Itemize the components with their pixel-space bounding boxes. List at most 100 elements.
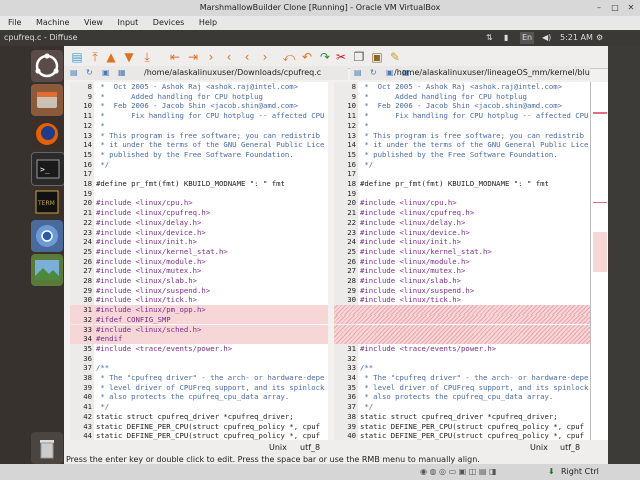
- code-line[interactable]: 33 #include <linux/sched.h>: [70, 324, 328, 335]
- code-line[interactable]: 21 #include <linux/cpufreq.h>: [70, 208, 328, 218]
- code-line[interactable]: 36 * also protects the cpufreq_cpu_data …: [334, 392, 590, 402]
- code-line[interactable]: 13 * This program is free software; you …: [334, 131, 590, 141]
- code-line[interactable]: 36: [70, 354, 328, 364]
- code-line[interactable]: 42 static struct cpufreq_driver *cpufreq_…: [70, 412, 328, 422]
- right-save-icon[interactable]: ▣: [386, 66, 394, 80]
- left-save-icon[interactable]: ▣: [102, 66, 110, 80]
- code-line[interactable]: 12 *: [70, 121, 328, 131]
- code-line[interactable]: 41 */: [70, 402, 328, 412]
- code-line[interactable]: 19: [70, 189, 328, 199]
- terminal-icon[interactable]: >_: [31, 152, 65, 186]
- code-line[interactable]: 11 * Fix handling for CPU hotplug -- aff…: [334, 111, 590, 121]
- system-menu-icon[interactable]: ⚙: [596, 30, 603, 46]
- code-line[interactable]: 39 static DEFINE_PER_CPU(struct cpufreq_p…: [334, 422, 590, 432]
- code-line[interactable]: 29 #include <linux/suspend.h>: [334, 286, 590, 296]
- copy-right-icon[interactable]: ⇥: [186, 50, 200, 64]
- right-reload-icon[interactable]: ↻: [370, 66, 377, 80]
- undo-icon[interactable]: ↶: [300, 50, 314, 64]
- code-line[interactable]: 32 #ifdef CONFIG_SMP: [70, 314, 328, 325]
- redo-icon[interactable]: ↷: [318, 50, 332, 64]
- code-line[interactable]: 28 #include <linux/slab.h>: [70, 276, 328, 286]
- code-line[interactable]: 9 * Added handling for CPU hotplug: [70, 92, 328, 102]
- code-line[interactable]: 20 #include <linux/cpu.h>: [334, 198, 590, 208]
- code-line[interactable]: 8 * Oct 2005 - Ashok Raj <ashok.raj@inte…: [334, 82, 590, 92]
- code-line[interactable]: 24 #include <linux/init.h>: [334, 237, 590, 247]
- code-line[interactable]: 19: [334, 189, 590, 199]
- left-line-ending[interactable]: Unix: [269, 443, 287, 452]
- code-line[interactable]: 25 #include <linux/kernel_stat.h>: [70, 247, 328, 257]
- code-line[interactable]: 10 * Feb 2006 - Jacob Shin <jacob.shin@a…: [70, 101, 328, 111]
- maximize-icon[interactable]: □: [610, 3, 620, 13]
- code-line[interactable]: 37 */: [334, 402, 590, 412]
- go-top-icon[interactable]: ⤒: [88, 50, 102, 64]
- clear-edits-icon[interactable]: ⤺: [282, 50, 296, 64]
- code-line[interactable]: 16 */: [70, 160, 328, 170]
- diff-overview-strip[interactable]: [590, 82, 609, 440]
- new-icon[interactable]: ▤: [70, 50, 84, 64]
- battery-icon[interactable]: ▮: [504, 30, 508, 46]
- go-up-icon[interactable]: ▲: [104, 50, 118, 64]
- code-line[interactable]: 15 * published by the Free Software Foun…: [70, 150, 328, 160]
- code-line[interactable]: [334, 305, 590, 315]
- close-icon[interactable]: ✕: [626, 3, 636, 13]
- vbox-device-icons[interactable]: ◉ ◍ ◎ ▭ ▣ ◫ ▤ ◨: [420, 464, 497, 480]
- code-line[interactable]: 38 static struct cpufreq_driver *cpufreq_…: [334, 412, 590, 422]
- code-line[interactable]: 12 *: [334, 121, 590, 131]
- network-icon[interactable]: ⇅: [486, 30, 493, 46]
- code-line[interactable]: 37 /**: [70, 363, 328, 373]
- firefox-icon[interactable]: [31, 118, 63, 150]
- shift-left-icon[interactable]: ›: [204, 50, 218, 64]
- code-line[interactable]: 10 * Feb 2006 - Jacob Shin <jacob.shin@a…: [334, 101, 590, 111]
- code-line[interactable]: 13 * This program is free software; you …: [70, 131, 328, 141]
- left-saveas-icon[interactable]: ▦: [118, 66, 126, 80]
- code-line[interactable]: 26 #include <linux/module.h>: [70, 257, 328, 267]
- code-line[interactable]: 35 * level driver of CPUFreq support, an…: [334, 383, 590, 393]
- volume-icon[interactable]: ◀): [542, 30, 551, 46]
- code-line[interactable]: 26 #include <linux/module.h>: [334, 257, 590, 267]
- photo-icon[interactable]: [31, 254, 63, 286]
- code-line[interactable]: 21 #include <linux/cpufreq.h>: [334, 208, 590, 218]
- code-line[interactable]: 18 #define pr_fmt(fmt) KBUILD_MODNAME ": …: [334, 179, 590, 189]
- code-line[interactable]: 8 * Oct 2005 - Ashok Raj <ashok.raj@inte…: [70, 82, 328, 92]
- code-line[interactable]: 32: [334, 354, 590, 364]
- code-line[interactable]: 14 * it under the terms of the GNU Gener…: [70, 140, 328, 150]
- keyboard-layout[interactable]: En: [520, 32, 535, 44]
- files-icon[interactable]: [31, 84, 63, 116]
- left-reload-icon[interactable]: ↻: [86, 66, 93, 80]
- code-line[interactable]: 9 * Added handling for CPU hotplug: [334, 92, 590, 102]
- menu-machine[interactable]: Machine: [36, 18, 70, 27]
- right-line-ending[interactable]: Unix: [530, 443, 548, 452]
- code-line[interactable]: 16 */: [334, 160, 590, 170]
- code-line[interactable]: 25 #include <linux/kernel_stat.h>: [334, 247, 590, 257]
- code-line[interactable]: 38 * The "cpufreq driver" - the arch- or…: [70, 373, 328, 383]
- code-line[interactable]: 31 #include <trace/events/power.h>: [334, 344, 590, 354]
- code-line[interactable]: 35 #include <trace/events/power.h>: [70, 344, 328, 354]
- chromium-icon[interactable]: [31, 220, 63, 252]
- right-code-pane[interactable]: 8 * Oct 2005 - Ashok Raj <ashok.raj@inte…: [334, 82, 590, 442]
- code-line[interactable]: 24 #include <linux/init.h>: [70, 237, 328, 247]
- clock[interactable]: 5:21 AM: [560, 30, 593, 46]
- go-down-icon[interactable]: ▼: [122, 50, 136, 64]
- right-encoding[interactable]: utf_8: [560, 443, 580, 452]
- code-line[interactable]: 23 #include <linux/device.h>: [70, 228, 328, 238]
- code-line[interactable]: 40 * also protects the cpufreq_cpu_data …: [70, 392, 328, 402]
- code-line[interactable]: 23 #include <linux/device.h>: [334, 228, 590, 238]
- code-line[interactable]: 17: [334, 169, 590, 179]
- code-line[interactable]: [334, 314, 590, 325]
- code-line[interactable]: 14 * it under the terms of the GNU Gener…: [334, 140, 590, 150]
- menu-file[interactable]: File: [8, 18, 21, 27]
- copy-left-icon[interactable]: ⇤: [168, 50, 182, 64]
- menu-devices[interactable]: Devices: [153, 18, 185, 27]
- code-line[interactable]: 22 #include <linux/delay.h>: [70, 218, 328, 228]
- code-line[interactable]: 34 * The "cpufreq driver" - the arch- or…: [334, 373, 590, 383]
- menu-input[interactable]: Input: [118, 18, 139, 27]
- code-line[interactable]: 27 #include <linux/mutex.h>: [70, 266, 328, 276]
- code-line[interactable]: 11 * Fix handling for CPU hotplug -- aff…: [70, 111, 328, 121]
- code-line[interactable]: 34 #endif: [70, 334, 328, 344]
- code-line[interactable]: 31 #include <linux/pm_opp.h>: [70, 305, 328, 315]
- cut-icon[interactable]: ✂: [334, 50, 348, 64]
- paste-icon[interactable]: ▣: [370, 50, 384, 64]
- merge-right-icon[interactable]: ›: [258, 50, 272, 64]
- code-line[interactable]: 27 #include <linux/mutex.h>: [334, 266, 590, 276]
- term-icon[interactable]: TERM: [31, 186, 63, 218]
